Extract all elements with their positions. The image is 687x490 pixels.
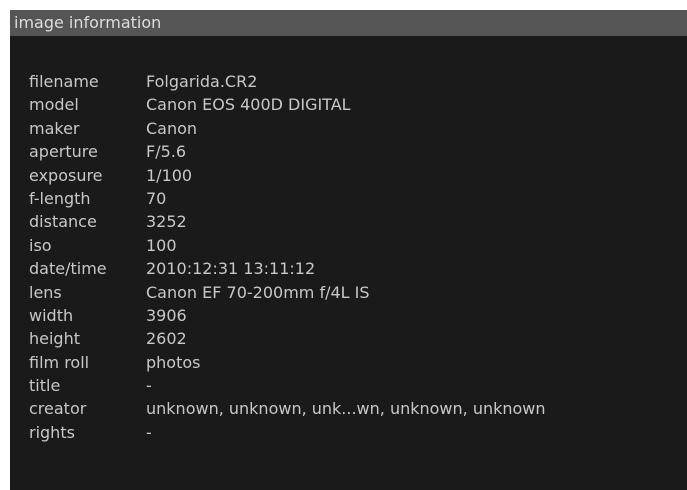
info-row-lens: lens Canon EF 70-200mm f/4L IS	[29, 281, 687, 304]
info-value: 100	[146, 235, 177, 255]
info-row-aperture: aperture F/5.6	[29, 140, 687, 163]
info-key: f-length	[29, 188, 91, 208]
info-value: 3252	[146, 212, 187, 232]
info-value: 2602	[146, 329, 187, 349]
info-key: width	[29, 305, 74, 325]
info-row-distance: distance 3252	[29, 210, 687, 233]
info-value: Canon	[146, 118, 198, 138]
info-key: exposure	[29, 165, 103, 185]
info-key: aperture	[29, 142, 98, 162]
info-key: film roll	[29, 352, 90, 372]
image-information-panel: image information filename Folgarida.CR2…	[10, 10, 687, 490]
info-key: model	[29, 95, 79, 115]
info-row-width: width 3906	[29, 304, 687, 327]
info-key: height	[29, 329, 80, 349]
info-value: unknown, unknown, unk...wn, unknown, unk…	[146, 399, 546, 419]
info-value: F/5.6	[146, 142, 187, 162]
info-value: Folgarida.CR2	[146, 72, 258, 91]
info-value: 2010:12:31 13:11:12	[146, 259, 316, 279]
info-value: Canon EOS 400D DIGITAL	[146, 95, 351, 115]
info-row-creator: creator unknown, unknown, unk...wn, unkn…	[29, 397, 687, 420]
info-row-f-length: f-length 70	[29, 187, 687, 210]
info-key: creator	[29, 399, 87, 419]
info-row-exposure: exposure 1/100	[29, 164, 687, 187]
info-key: rights	[29, 422, 75, 442]
info-row-maker: maker Canon	[29, 117, 687, 140]
info-row-rights: rights -	[29, 421, 687, 444]
info-key: distance	[29, 212, 97, 232]
info-value: photos	[146, 352, 201, 372]
info-value: 1/100	[146, 165, 193, 185]
info-row-date-time: date/time 2010:12:31 13:11:12	[29, 257, 687, 280]
info-key: date/time	[29, 259, 107, 279]
info-row-height: height 2602	[29, 327, 687, 350]
info-key: title	[29, 376, 61, 396]
info-key: iso	[29, 235, 52, 255]
info-key: lens	[29, 282, 62, 302]
info-key: maker	[29, 118, 80, 138]
info-row-iso: iso 100	[29, 234, 687, 257]
info-key: filename	[29, 72, 99, 91]
info-row-title: title -	[29, 374, 687, 397]
info-row-model: model Canon EOS 400D DIGITAL	[29, 93, 687, 116]
info-row-filename: filename Folgarida.CR2	[29, 70, 687, 93]
info-value: -	[146, 376, 152, 396]
info-value: -	[146, 422, 152, 442]
panel-header[interactable]: image information	[10, 10, 687, 36]
info-list: filename Folgarida.CR2 model Canon EOS 4…	[29, 70, 687, 444]
info-value: 3906	[146, 305, 187, 325]
info-row-film-roll: film roll photos	[29, 351, 687, 374]
info-value: Canon EF 70-200mm f/4L IS	[146, 282, 370, 302]
info-value: 70	[146, 188, 167, 208]
